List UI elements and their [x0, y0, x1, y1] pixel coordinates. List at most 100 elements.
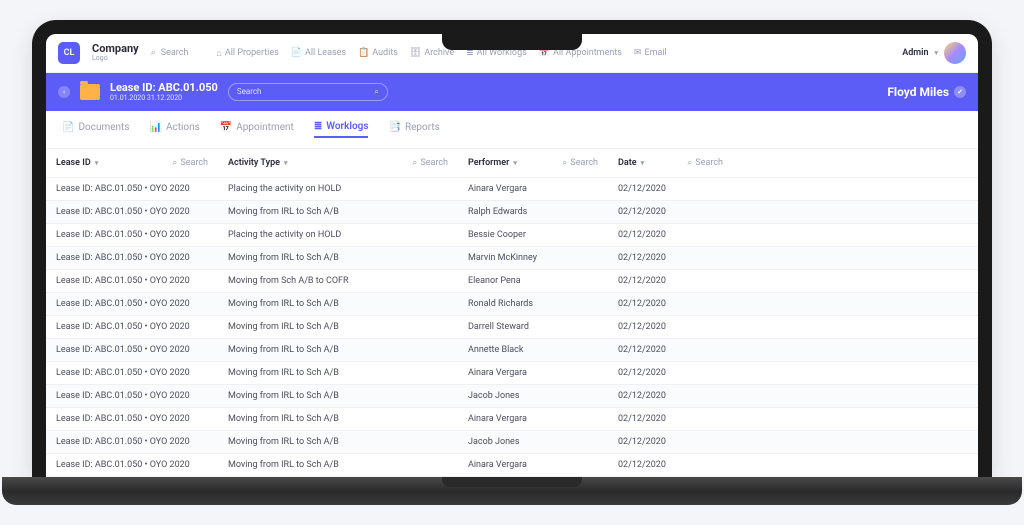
- search-label: Search: [570, 158, 598, 168]
- folder-icon: [80, 84, 100, 100]
- nav-label: All Leases: [305, 48, 346, 58]
- table-row[interactable]: Lease ID: ABC.01.050 • OYO 2020Moving fr…: [46, 454, 978, 477]
- cell-performer: Annette Black: [458, 339, 608, 361]
- nav-audits[interactable]: 📋Audits: [358, 48, 398, 59]
- company-logo[interactable]: CL: [58, 42, 80, 64]
- search-label: Search: [420, 158, 448, 168]
- search-icon: ⌕: [412, 158, 417, 168]
- nav-email[interactable]: ✉Email: [634, 48, 667, 59]
- cell-performer: Eleanor Pena: [458, 270, 608, 292]
- cell-lease: Lease ID: ABC.01.050 • OYO 2020: [46, 431, 218, 453]
- table-row[interactable]: Lease ID: ABC.01.050 • OYO 2020Moving fr…: [46, 362, 978, 385]
- table-row[interactable]: Lease ID: ABC.01.050 • OYO 2020Moving fr…: [46, 293, 978, 316]
- col-label: Lease ID: [56, 158, 91, 168]
- search-icon: ⌕: [172, 158, 177, 168]
- col-date[interactable]: Date ▾ ⌕Search: [608, 149, 733, 177]
- cell-performer: Darrell Steward: [458, 316, 608, 338]
- table-row[interactable]: Lease ID: ABC.01.050 • OYO 2020Placing t…: [46, 178, 978, 201]
- tab-label: Actions: [166, 122, 200, 133]
- col-performer[interactable]: Performer ▾ ⌕Search: [458, 149, 608, 177]
- chevron-down-icon: ▾: [513, 159, 517, 167]
- cell-activity: Moving from IRL to Sch A/B: [218, 431, 458, 453]
- tab-reports[interactable]: 📑 Reports: [388, 121, 439, 138]
- check-badge-icon: ✓: [954, 86, 966, 98]
- assigned-user[interactable]: Floyd Miles ✓: [887, 85, 966, 99]
- lease-title-block: Lease ID: ABC.01.050 01.01.2020 31.12.20…: [110, 81, 218, 103]
- cell-activity: Moving from IRL to Sch A/B: [218, 316, 458, 338]
- table-row[interactable]: Lease ID: ABC.01.050 • OYO 2020Moving fr…: [46, 270, 978, 293]
- tab-appointment[interactable]: 📅Appointment: [220, 121, 294, 138]
- cell-lease: Lease ID: ABC.01.050 • OYO 2020: [46, 224, 218, 246]
- col-activity-type[interactable]: Activity Type ▾ ⌕Search: [218, 149, 458, 177]
- col-label: Activity Type: [228, 158, 280, 168]
- nav-label: All Properties: [225, 48, 279, 58]
- cell-lease: Lease ID: ABC.01.050 • OYO 2020: [46, 339, 218, 361]
- table-row[interactable]: Lease ID: ABC.01.050 • OYO 2020Moving fr…: [46, 339, 978, 362]
- laptop-base: [2, 477, 1022, 505]
- cell-date: 02/12/2020: [608, 224, 733, 246]
- cell-lease: Lease ID: ABC.01.050 • OYO 2020: [46, 201, 218, 223]
- cell-activity: Placing the activity on HOLD: [218, 178, 458, 200]
- tabs: 📄 Documents 📊Actions 📅Appointment ≣Worklo…: [46, 111, 978, 149]
- lease-search[interactable]: Search ⌕: [228, 83, 388, 101]
- cell-performer: Ainara Vergara: [458, 362, 608, 384]
- cell-lease: Lease ID: ABC.01.050 • OYO 2020: [46, 247, 218, 269]
- col-search[interactable]: ⌕Search: [687, 158, 723, 168]
- lease-header: ‹ Lease ID: ABC.01.050 01.01.2020 31.12.…: [46, 73, 978, 111]
- tab-documents[interactable]: 📄 Documents: [62, 121, 130, 138]
- search-placeholder: Search: [237, 87, 262, 96]
- cell-activity: Moving from IRL to Sch A/B: [218, 293, 458, 315]
- table-row[interactable]: Lease ID: ABC.01.050 • OYO 2020Moving fr…: [46, 408, 978, 431]
- col-label: Performer: [468, 158, 509, 168]
- cell-performer: Ainara Vergara: [458, 454, 608, 476]
- col-search[interactable]: ⌕Search: [562, 158, 598, 168]
- cell-date: 02/12/2020: [608, 178, 733, 200]
- tab-label: Appointment: [236, 122, 294, 133]
- archive-icon: 🗄: [410, 48, 421, 58]
- table-row[interactable]: Lease ID: ABC.01.050 • OYO 2020Moving fr…: [46, 316, 978, 339]
- search-label: Search: [180, 158, 208, 168]
- nav-links: ⌂All Properties 📄All Leases 📋Audits 🗄Arc…: [216, 48, 666, 59]
- back-button[interactable]: ‹: [58, 86, 70, 98]
- cell-performer: Marvin McKinney: [458, 247, 608, 269]
- cell-lease: Lease ID: ABC.01.050 • OYO 2020: [46, 316, 218, 338]
- nav-all-leases[interactable]: 📄All Leases: [291, 48, 346, 59]
- table-row[interactable]: Lease ID: ABC.01.050 • OYO 2020Moving fr…: [46, 201, 978, 224]
- search-icon: ⌕: [562, 158, 567, 168]
- search-placeholder: Search: [161, 48, 189, 58]
- table-row[interactable]: Lease ID: ABC.01.050 • OYO 2020Moving fr…: [46, 247, 978, 270]
- admin-menu[interactable]: Admin ▾: [902, 42, 966, 64]
- col-lease-id[interactable]: Lease ID ▾ ⌕Search: [46, 149, 218, 177]
- table-row[interactable]: Lease ID: ABC.01.050 • OYO 2020Moving fr…: [46, 431, 978, 454]
- mail-icon: ✉: [634, 48, 642, 58]
- admin-label: Admin: [902, 48, 928, 58]
- home-icon: ⌂: [216, 48, 221, 59]
- report-icon: 📑: [388, 122, 400, 133]
- col-search[interactable]: ⌕Search: [172, 158, 208, 168]
- cell-performer: Bessie Cooper: [458, 224, 608, 246]
- tab-label: Worklogs: [326, 121, 368, 132]
- tab-worklogs[interactable]: ≣Worklogs: [314, 121, 369, 138]
- cell-activity: Moving from IRL to Sch A/B: [218, 408, 458, 430]
- col-search[interactable]: ⌕Search: [412, 158, 448, 168]
- table-row[interactable]: Lease ID: ABC.01.050 • OYO 2020Moving fr…: [46, 385, 978, 408]
- cell-date: 02/12/2020: [608, 201, 733, 223]
- chevron-down-icon: ▾: [95, 159, 99, 167]
- company-sublabel: Logo: [92, 55, 139, 63]
- tab-actions[interactable]: 📊Actions: [150, 121, 200, 138]
- company-block: Company Logo: [92, 43, 139, 63]
- cell-activity: Moving from IRL to Sch A/B: [218, 454, 458, 476]
- cell-date: 02/12/2020: [608, 270, 733, 292]
- global-search[interactable]: ⌕ Search: [151, 48, 189, 58]
- tab-label: Reports: [405, 122, 440, 133]
- cell-date: 02/12/2020: [608, 408, 733, 430]
- clipboard-icon: 📋: [358, 48, 369, 58]
- cell-performer: Ainara Vergara: [458, 178, 608, 200]
- nav-all-properties[interactable]: ⌂ All Properties: [216, 48, 278, 59]
- table-row[interactable]: Lease ID: ABC.01.050 • OYO 2020Placing t…: [46, 224, 978, 247]
- document-icon: 📄: [62, 122, 74, 133]
- cell-lease: Lease ID: ABC.01.050 • OYO 2020: [46, 385, 218, 407]
- col-label: Date: [618, 158, 637, 168]
- cell-activity: Moving from IRL to Sch A/B: [218, 362, 458, 384]
- tab-label: Documents: [78, 122, 129, 133]
